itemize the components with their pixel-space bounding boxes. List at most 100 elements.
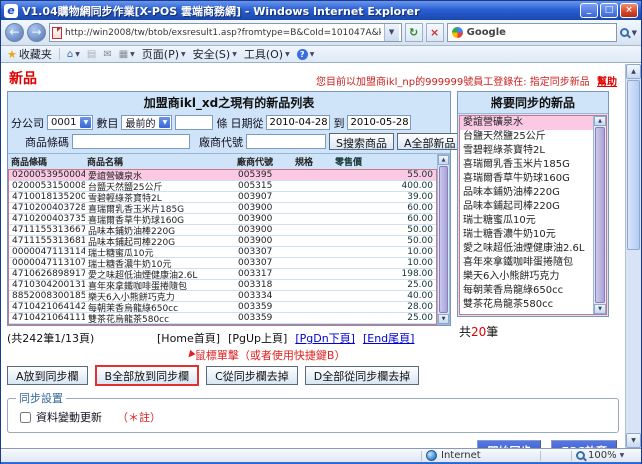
start-sync-button[interactable]: 開始同步 (477, 440, 542, 448)
cell-vendor: 003359 (238, 313, 273, 323)
menu-tools[interactable]: 工具(O) ▼ (244, 46, 290, 62)
pagination-home: [Home首頁] (157, 332, 221, 345)
minimize-button[interactable]: _ (580, 3, 598, 18)
list-item[interactable]: 瑞士糖蜜瓜10元 (460, 214, 593, 228)
list-item[interactable]: 樂天6入小熊餅巧克力 (460, 270, 593, 284)
esc-cancel-button[interactable]: ESC放棄 (551, 440, 617, 448)
pagination-pgdn-link[interactable]: [PgDn下頁] (295, 330, 355, 346)
close-button[interactable]: × (620, 3, 638, 18)
all-new-products-button[interactable]: A全部新品 (396, 133, 463, 150)
cell-vendor: 003900 (238, 214, 273, 224)
list-item[interactable]: 台鹽天然鹽25公斤 (460, 130, 593, 144)
table-scroll-up-icon[interactable]: ▲ (438, 155, 449, 165)
list-item[interactable]: 品味本鋪奶油棒220G (460, 186, 593, 200)
zoom-control[interactable]: 100% ▼ (576, 450, 638, 461)
list-item[interactable]: 瑞士糖香濃牛奶10元 (460, 228, 593, 242)
browser-scroll-thumb[interactable] (627, 80, 640, 250)
search-input[interactable]: Google (467, 27, 612, 38)
branch-label: 分公司 (11, 116, 44, 130)
table-scrollbar[interactable]: ▲ ▼ (437, 154, 450, 325)
table-scroll-down-icon[interactable]: ▼ (438, 314, 449, 324)
help-link[interactable]: 幫助 (597, 77, 617, 88)
address-dropdown-icon[interactable]: ▼ (383, 24, 399, 41)
browser-scroll-down-icon[interactable]: ▼ (626, 433, 641, 448)
browser-scroll-track[interactable] (626, 251, 641, 433)
list-item[interactable]: 品味本鋪起司棒220G (460, 200, 593, 214)
listbox-scroll-up-icon[interactable]: ▲ (594, 116, 606, 126)
date-to-input[interactable] (347, 115, 412, 130)
browser-scrollbar[interactable]: ▲ ▼ (625, 64, 641, 448)
left-column: 加盟商ikl_xd之現有的新品列表 分公司 0001 ▼ 數目 最前的 ▼ 條 … (7, 91, 463, 386)
main-row: 加盟商ikl_xd之現有的新品列表 分公司 0001 ▼ 數目 最前的 ▼ 條 … (7, 91, 619, 386)
data-update-checkbox[interactable] (20, 411, 31, 423)
listbox-scroll-thumb[interactable] (595, 127, 605, 303)
search-icon[interactable] (619, 28, 629, 37)
address-bar[interactable]: http://win2008/tw/btob/exsresult1.asp?fr… (49, 23, 402, 42)
list-item[interactable]: 喜瑞爾乳香玉米片185G (460, 158, 593, 172)
list-item[interactable]: 喜年來拿鐵咖啡蛋捲隨包 (460, 256, 593, 270)
list-item[interactable]: 每朝茉香烏龍綠650cc (460, 284, 593, 298)
cell-vendor: 003307 (238, 258, 273, 268)
favorites-button[interactable]: ★ 收藏夹 (7, 46, 52, 62)
stop-button[interactable]: × (425, 23, 444, 42)
back-button[interactable]: ← (5, 23, 24, 42)
sync-listbox[interactable]: 愛誼營礦泉水 台鹽天然鹽25公斤 雪碧輕綠茶寶特2L 喜瑞爾乳香玉米片185G 喜瑞爾香… (459, 115, 607, 315)
cell-vendor: 003334 (238, 291, 273, 301)
list-item[interactable]: 愛之味超低油煙健康油2.6L (460, 242, 593, 256)
pagination-row: (共242筆1/13頁) [Home首頁] [PgUp上頁] [PgDn下頁] … (7, 330, 451, 346)
sync-count-prefix: 共 (459, 325, 472, 339)
data-update-note: （＊註） (117, 411, 161, 424)
list-item[interactable]: 雙茶花烏龍茶580cc (460, 298, 593, 312)
vendor-input[interactable] (246, 134, 326, 149)
action-button[interactable]: B全部放到同步欄 (94, 365, 200, 386)
zoom-dropdown-icon[interactable]: ▼ (620, 452, 625, 459)
search-box[interactable]: Google (446, 23, 617, 42)
branch-select[interactable]: 0001 ▼ (47, 115, 94, 130)
action-button[interactable]: D全部從同步欄去掉 (304, 366, 420, 385)
search-dropdown-icon[interactable]: ▼ (632, 29, 637, 37)
status-bar: Internet 100% ▼ (1, 448, 641, 462)
cell-price: 400.00 (401, 181, 434, 191)
list-item[interactable]: 喜瑞爾香草牛奶球160G (460, 172, 593, 186)
mail-icon[interactable]: ✉ (103, 49, 111, 60)
pagination-end-link[interactable]: [End尾頁] (363, 330, 415, 346)
count-input[interactable] (175, 115, 214, 130)
browser-scroll-up-icon[interactable]: ▲ (626, 64, 641, 79)
cell-barcode: 4710626898917 (12, 269, 85, 279)
action-button[interactable]: C從同步欄去掉 (206, 366, 298, 385)
list-panel-title: 加盟商ikl_xd之現有的新品列表 (143, 96, 315, 110)
maximize-button[interactable]: □ (600, 3, 618, 18)
refresh-button[interactable]: ↻ (404, 23, 423, 42)
url-text[interactable]: http://win2008/tw/btob/exsresult1.asp?fr… (65, 28, 381, 38)
count-select-arrow-icon[interactable]: ▼ (158, 116, 172, 129)
search-products-button[interactable]: S搜索商品 (329, 133, 394, 150)
cell-barcode: 4711155313667 (12, 225, 85, 235)
listbox-scrollbar[interactable]: ▲ ▼ (593, 116, 606, 314)
feeds-icon[interactable]: ▤ (87, 49, 96, 60)
menu-page-label: 页面(P) (141, 48, 179, 61)
help-dropdown-icon: ▼ (309, 50, 315, 58)
branch-select-arrow-icon[interactable]: ▼ (79, 116, 93, 129)
help-button[interactable]: ? ▼ (296, 48, 315, 60)
list-item[interactable]: 雪碧輕綠茶寶特2L (460, 144, 593, 158)
status-separator-3 (571, 450, 572, 461)
forward-button[interactable]: → (27, 23, 46, 42)
action-button[interactable]: A放到同步欄 (7, 366, 88, 385)
menu-page[interactable]: 页面(P) ▼ (142, 46, 186, 62)
window-title: V1.04購物網同步作業[X-POS 雲端商務網] - Windows Inte… (22, 4, 420, 18)
barcode-input[interactable] (72, 134, 190, 149)
table-scroll-thumb[interactable] (439, 166, 448, 313)
print-button[interactable]: ▦ ▼ (119, 49, 135, 60)
count-select[interactable]: 最前的 ▼ (121, 115, 173, 130)
home-button[interactable]: ⌂ ▼ (67, 49, 80, 60)
cell-price: 60.00 (407, 214, 433, 224)
home-dropdown-icon: ▼ (75, 50, 80, 58)
cell-barcode: 4710200403735 (12, 214, 85, 224)
date-from-input[interactable] (266, 115, 331, 130)
cell-price: 28.00 (407, 302, 433, 312)
cell-vendor: 003307 (238, 247, 273, 257)
listbox-scroll-down-icon[interactable]: ▼ (594, 304, 606, 314)
menu-security[interactable]: 安全(S) ▼ (193, 46, 237, 62)
list-item[interactable]: 愛誼營礦泉水 (460, 116, 593, 130)
table-row[interactable]: 4710421064111 雙茶花烏龍茶580cc 003359 25.00 (9, 313, 436, 324)
